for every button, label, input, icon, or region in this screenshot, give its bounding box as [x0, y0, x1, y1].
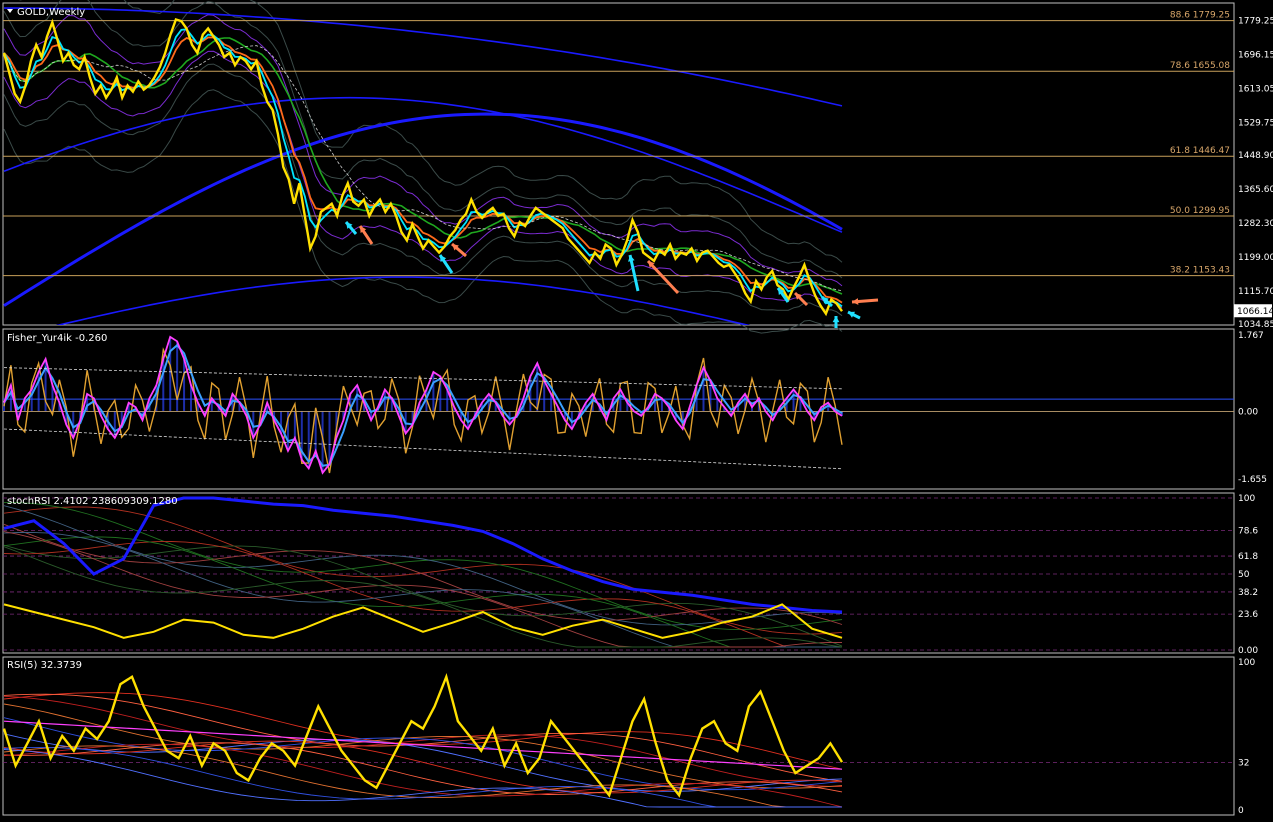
fisher-axis-tick-label: -1.655	[1238, 475, 1267, 485]
rsi-axis-tick-label: 100	[1238, 658, 1255, 668]
fisher-axis-tick-label: 1.767	[1238, 331, 1264, 341]
stochrsi-background-line	[3, 523, 843, 625]
symbol-label: GOLD,Weekly	[17, 7, 85, 18]
fisher-panel-label: Fisher_Yur4ik -0.260	[7, 333, 107, 344]
buy-signal-arrow-icon	[847, 310, 861, 320]
stochrsi-background-line	[3, 505, 843, 626]
price-band-line	[3, 14, 843, 287]
sell-signal-arrow-icon	[646, 259, 680, 295]
stochrsi-axis-tick-label: 61.8	[1238, 552, 1258, 562]
stochrsi-background-line	[3, 506, 843, 635]
triangle-down-icon[interactable]	[7, 9, 13, 13]
price-axis-tick-label: 1696.15	[1238, 50, 1273, 60]
fisher-panel-frame	[2, 328, 1235, 490]
fib-level-label: 38.2 1153.43	[1170, 266, 1230, 276]
price-axis-tick-label: 1365.60	[1238, 185, 1273, 195]
long-moving-average-line	[55, 276, 751, 325]
stochrsi-axis-tick-label: 38.2	[1238, 588, 1258, 598]
price-axis-tick-label: 1613.05	[1238, 84, 1273, 94]
rsi-axis-tick-label: 32	[1238, 759, 1249, 769]
stochrsi-axis-tick-label: 23.6	[1238, 610, 1258, 620]
rsi-band-line	[3, 742, 843, 795]
current-price-label: 1066.14	[1237, 307, 1273, 317]
price-axis-tick-label: 1034.85	[1238, 320, 1273, 330]
stochrsi-blue-line	[3, 496, 843, 614]
stochrsi-axis-tick-label: 78.6	[1238, 527, 1258, 537]
price-panel-frame	[2, 2, 1235, 326]
arrow-shaft	[646, 259, 680, 295]
fib-level-label: 88.6 1779.25	[1170, 11, 1230, 21]
sell-signal-arrow-icon	[851, 298, 879, 305]
arrow-head	[832, 316, 840, 323]
rsi-band-line	[3, 745, 842, 808]
price-axis-tick-label: 1282.30	[1238, 219, 1273, 229]
rsi-band-line	[3, 695, 843, 788]
chart-canvas[interactable]: 88.6 1779.25 78.6 1655.08 61.8 1446.47 50.0…	[0, 0, 1273, 818]
rsi-band-line	[3, 692, 843, 770]
sell-signal-arrow-icon	[358, 225, 374, 245]
axis-layer: 1779.25 1696.15 1613.05 1529.75 1448.90 1365.…	[1234, 17, 1273, 816]
sell-signal-arrow-icon	[793, 291, 809, 307]
price-band-line	[3, 89, 843, 334]
fib-level-label: 78.6 1655.08	[1170, 61, 1230, 71]
price-axis-tick-label: 1115.70	[1238, 287, 1273, 297]
arrow-head	[852, 298, 859, 305]
price-band-line	[19, 0, 843, 263]
fisher-axis-tick-label: 0.00	[1238, 407, 1258, 417]
long-moving-average-line	[4, 7, 843, 107]
rsi-band-line	[3, 693, 843, 782]
fisher-layer	[3, 335, 1234, 475]
price-band-line	[3, 0, 843, 279]
stochrsi-axis-tick-label: 50	[1238, 570, 1250, 580]
stochrsi-panel-label: stochRSI 2.4102 238609309.1280	[7, 496, 178, 507]
stochrsi-axis-tick-label: 100	[1238, 494, 1255, 504]
fisher-signal-line	[3, 343, 843, 467]
rsi-panel-label: RSI(5) 32.3739	[7, 660, 82, 671]
stochrsi-axis-tick-label: 0.00	[1238, 646, 1258, 656]
fib-level-label: 61.8 1446.47	[1170, 146, 1230, 156]
slow-ema-line	[3, 36, 843, 304]
price-axis-tick-label: 1199.00	[1238, 253, 1273, 263]
rsi-band-line	[3, 740, 843, 794]
price-axis-tick-label: 1529.75	[1238, 118, 1273, 128]
price-axis-tick-label: 1448.90	[1238, 151, 1273, 161]
rsi-axis-tick-label: 0	[1238, 806, 1244, 816]
price-axis-tick-label: 1779.25	[1238, 17, 1273, 27]
rsi-main-line	[2, 672, 844, 798]
rsi-layer	[2, 672, 1234, 808]
buy-signal-arrow-icon	[438, 254, 454, 274]
signal-arrow-layer	[344, 221, 879, 328]
fib-level-label: 50.0 1299.95	[1170, 206, 1230, 216]
fibonacci-layer: 88.6 1779.25 78.6 1655.08 61.8 1446.47 50.0…	[3, 11, 1234, 277]
stochrsi-layer	[3, 496, 1234, 651]
buy-signal-arrow-icon	[628, 254, 640, 292]
band-layer	[3, 0, 843, 334]
fisher-lower-envelope	[3, 428, 843, 470]
trading-chart-window: 88.6 1779.25 78.6 1655.08 61.8 1446.47 50.0…	[0, 0, 1273, 818]
rsi-band-line	[3, 746, 842, 808]
sell-signal-arrow-icon	[451, 242, 467, 258]
